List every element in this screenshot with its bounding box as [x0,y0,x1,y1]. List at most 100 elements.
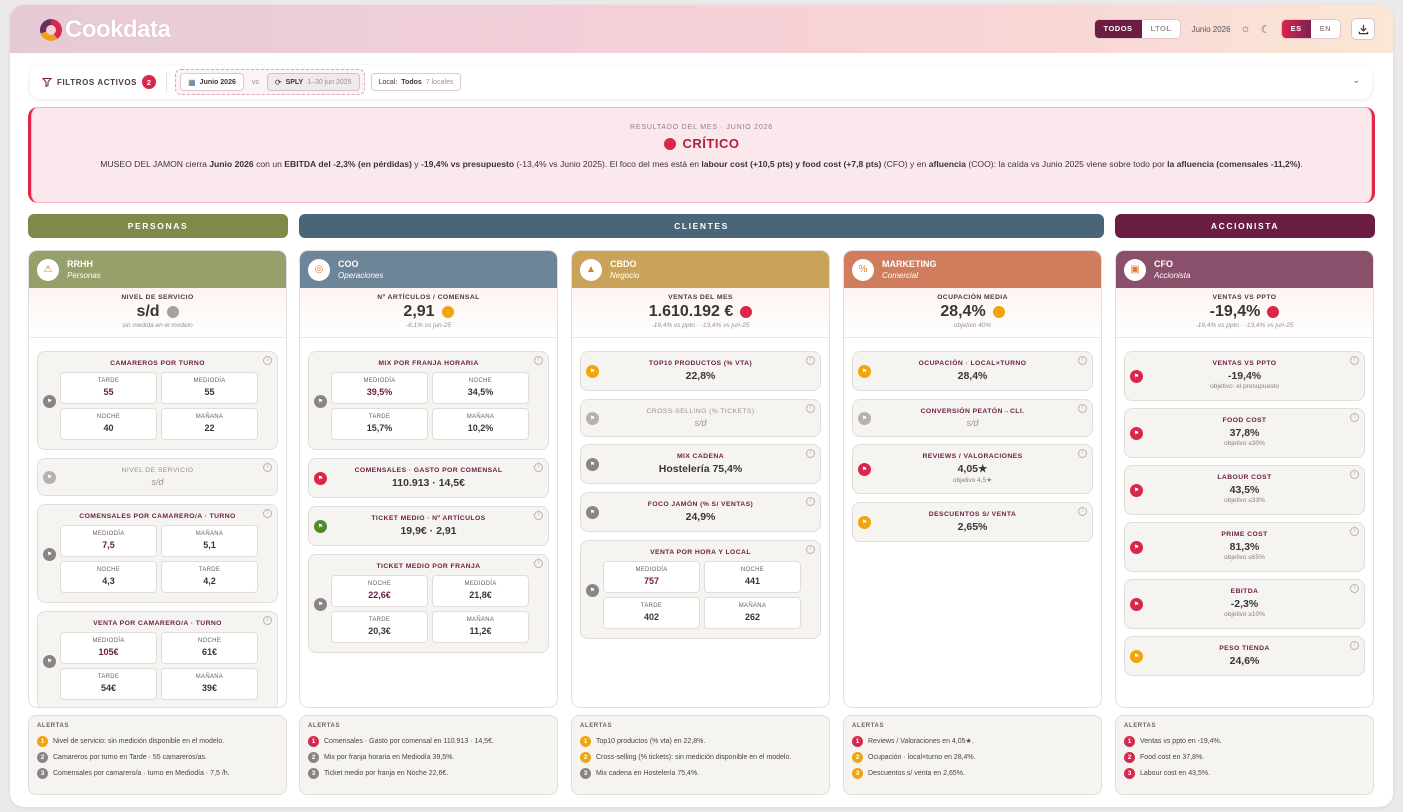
metric-card[interactable]: i ⚑ MIX POR FRANJA HORARIA MEDIODÍA 39,5%… [308,351,549,450]
local-chip[interactable]: Local: Todos 7 locales [370,73,462,91]
card-value: s/d [151,477,164,487]
info-icon[interactable]: i [806,545,815,554]
card-value: 19,9€ · 2,91 [400,525,457,537]
lang-en[interactable]: EN [1311,20,1340,38]
column-header[interactable]: ◎ COO Operaciones [300,251,557,288]
info-icon[interactable]: i [1350,470,1359,479]
column-header[interactable]: ⚠ RRHH Personas [29,251,286,288]
alert-item[interactable]: 1 Ventas vs ppto en -19,4%. [1124,733,1365,749]
card-grid: MEDIODÍA 105€ NOCHE 61€ TARDE 54€ MAÑANA 39€ [60,632,277,700]
grid-cell: MAÑANA 11,2€ [432,611,529,643]
info-icon[interactable]: i [534,559,543,568]
column-sub: Accionista [1154,270,1191,280]
alert-item[interactable]: 2 Food cost en 37,8%. [1124,749,1365,765]
metric-card[interactable]: i ⚑ LABOUR COST 43,5% objetivo ≤33% [1124,465,1365,515]
info-icon[interactable]: i [1350,584,1359,593]
flag-icon: ⚑ [43,655,56,668]
alert-number: 1 [1124,735,1135,747]
metric-card[interactable]: i ⚑ CONVERSIÓN PEATÓN→CLI. s/d [852,399,1093,437]
info-icon[interactable]: i [806,449,815,458]
filters-title[interactable]: FILTROS ACTIVOS 2 [42,75,157,89]
compare-chip[interactable]: ⟳ SPLY 1–30 jun 2025 [266,73,360,91]
cell-value: 20,3€ [368,626,391,636]
metric-card[interactable]: i ⚑ MIX CADENA Hostelería 75,4% [580,444,821,484]
info-icon[interactable]: i [1350,527,1359,536]
column-header[interactable]: % MARKETING Comercial [844,251,1101,288]
info-icon[interactable]: i [1350,413,1359,422]
metric-card[interactable]: i ⚑ TICKET MEDIO · Nº ARTÍCULOS 19,9€ · … [308,506,549,546]
alert-item[interactable]: 2 Mix por franja horaria en Mediodía 39,5… [308,749,549,765]
info-icon[interactable]: i [1350,356,1359,365]
metric-card[interactable]: i ⚑ VENTA POR HORA Y LOCAL MEDIODÍA 757 N… [580,540,821,639]
status-dot-icon [740,306,753,318]
flag-icon: ⚑ [1130,370,1143,383]
card-grid: NOCHE 22,6€ MEDIODÍA 21,8€ TARDE 20,3€ MAÑA… [331,575,548,643]
alert-item[interactable]: 1 Reviews / Valoraciones en 4,05★. [852,733,1093,749]
metric-card[interactable]: i ⚑ NIVEL DE SERVICIO s/d [37,458,278,496]
metric-card[interactable]: i ⚑ PRIME COST 81,3% objetivo ≤65% [1124,522,1365,572]
info-icon[interactable]: i [263,356,272,365]
alert-item[interactable]: 2 Camareros por turno en Tarde · 55 camar… [37,749,278,765]
alert-item[interactable]: 3 Mix cadena en Hostelería 75,4%. [580,765,821,781]
info-icon[interactable]: i [1078,356,1087,365]
cell-key: TARDE [640,603,663,609]
cell-key: NOCHE [468,378,493,384]
cookdata-logo-icon [40,19,62,41]
alert-item[interactable]: 3 Descuentos s/ venta en 2,65%. [852,765,1093,781]
info-icon[interactable]: i [263,463,272,472]
info-icon[interactable]: i [1078,449,1087,458]
period-label[interactable]: Junio 2026 [1191,25,1230,34]
download-button[interactable] [1351,18,1375,40]
column-header[interactable]: ▲ CBDO Negocio [572,251,829,288]
cell-value: 34,5% [467,387,494,397]
info-icon[interactable]: i [1078,507,1087,516]
month-result-panel: RESULTADO DEL MES · JUNIO 2026 CRÍTICO M… [28,107,1375,203]
alert-item[interactable]: 3 Ticket medio por franja en Noche 22,6€. [308,765,549,781]
metric-card[interactable]: i ⚑ TICKET MEDIO POR FRANJA NOCHE 22,6€ M… [308,554,549,653]
info-icon[interactable]: i [806,497,815,506]
cell-value: 39,5% [366,387,393,397]
logo[interactable]: Cookdata [40,16,171,44]
status-dot-icon [663,137,676,150]
metric-card[interactable]: i ⚑ VENTA POR CAMARERO/A · TURNO MEDIODÍ… [37,611,278,707]
alert-item[interactable]: 1 Nivel de servicio: sin medición disponi… [37,733,278,749]
chevron-down-icon[interactable]: ⌄ [1352,75,1360,86]
alert-item[interactable]: 2 Ocupación · local×turno en 28,4%. [852,749,1093,765]
info-icon[interactable]: i [806,404,815,413]
metric-card[interactable]: i ⚑ TOP10 PRODUCTOS (% VTA) 22,8% [580,351,821,391]
metric-card[interactable]: i ⚑ EBITDA -2,3% objetivo ≥10% [1124,579,1365,629]
metric-card[interactable]: i ⚑ COMENSALES · GASTO POR COMENSAL 110.… [308,458,549,498]
metric-card[interactable]: i ⚑ PESO TIENDA 24,6% [1124,636,1365,676]
alert-item[interactable]: 1 Comensales · Gasto por comensal en 110.… [308,733,549,749]
info-icon[interactable]: i [1078,404,1087,413]
info-icon[interactable]: i [534,511,543,520]
moon-icon[interactable]: ☾ [1261,23,1271,36]
metric-card[interactable]: i ⚑ REVIEWS / VALORACIONES 4,05★ objetiv… [852,444,1093,494]
metric-card[interactable]: i ⚑ VENTAS VS PPTO -19,4% objetivo: el p… [1124,351,1365,401]
info-icon[interactable]: i [534,463,543,472]
alert-item[interactable]: 1 Top10 productos (% vta) en 22,8%. [580,733,821,749]
scope-todos[interactable]: TODOS [1094,20,1142,38]
grid-cell: NOCHE 4,3 [60,561,157,593]
period-chip[interactable]: ▦ Junio 2026 [180,73,244,91]
info-icon[interactable]: i [806,356,815,365]
metric-card[interactable]: i ⚑ FOOD COST 37,8% objetivo ≤30% [1124,408,1365,458]
metric-card[interactable]: i ⚑ OCUPACIÓN · LOCAL×TURNO 28,4% [852,351,1093,391]
alert-item[interactable]: 3 Comensales por camarero/a · turno en Me… [37,765,278,781]
column-header[interactable]: ▣ CFO Accionista [1116,251,1373,288]
info-icon[interactable]: i [263,616,272,625]
lang-es[interactable]: ES [1281,20,1311,38]
metric-card[interactable]: i ⚑ DESCUENTOS S/ VENTA 2,65% [852,502,1093,542]
info-icon[interactable]: i [534,356,543,365]
metric-card[interactable]: i ⚑ CROSS-SELLING (% TICKETS) s/d [580,399,821,437]
scope-ltol[interactable]: LTOL [1142,20,1181,38]
sun-icon[interactable]: ☼ [1241,23,1251,35]
metric-card[interactable]: i ⚑ COMENSALES POR CAMARERO/A · TURNO ME… [37,504,278,603]
alert-item[interactable]: 2 Cross-selling (% tickets): sin medición… [580,749,821,765]
kpi-label: Nº ARTÍCULOS / COMENSAL [377,294,480,301]
metric-card[interactable]: i ⚑ FOCO JAMÓN (% S/ VENTAS) 24,9% [580,492,821,532]
info-icon[interactable]: i [263,509,272,518]
alert-item[interactable]: 3 Labour cost en 43,5%. [1124,765,1365,781]
info-icon[interactable]: i [1350,641,1359,650]
metric-card[interactable]: i ⚑ CAMAREROS POR TURNO TARDE 55 MEDIODÍA… [37,351,278,450]
